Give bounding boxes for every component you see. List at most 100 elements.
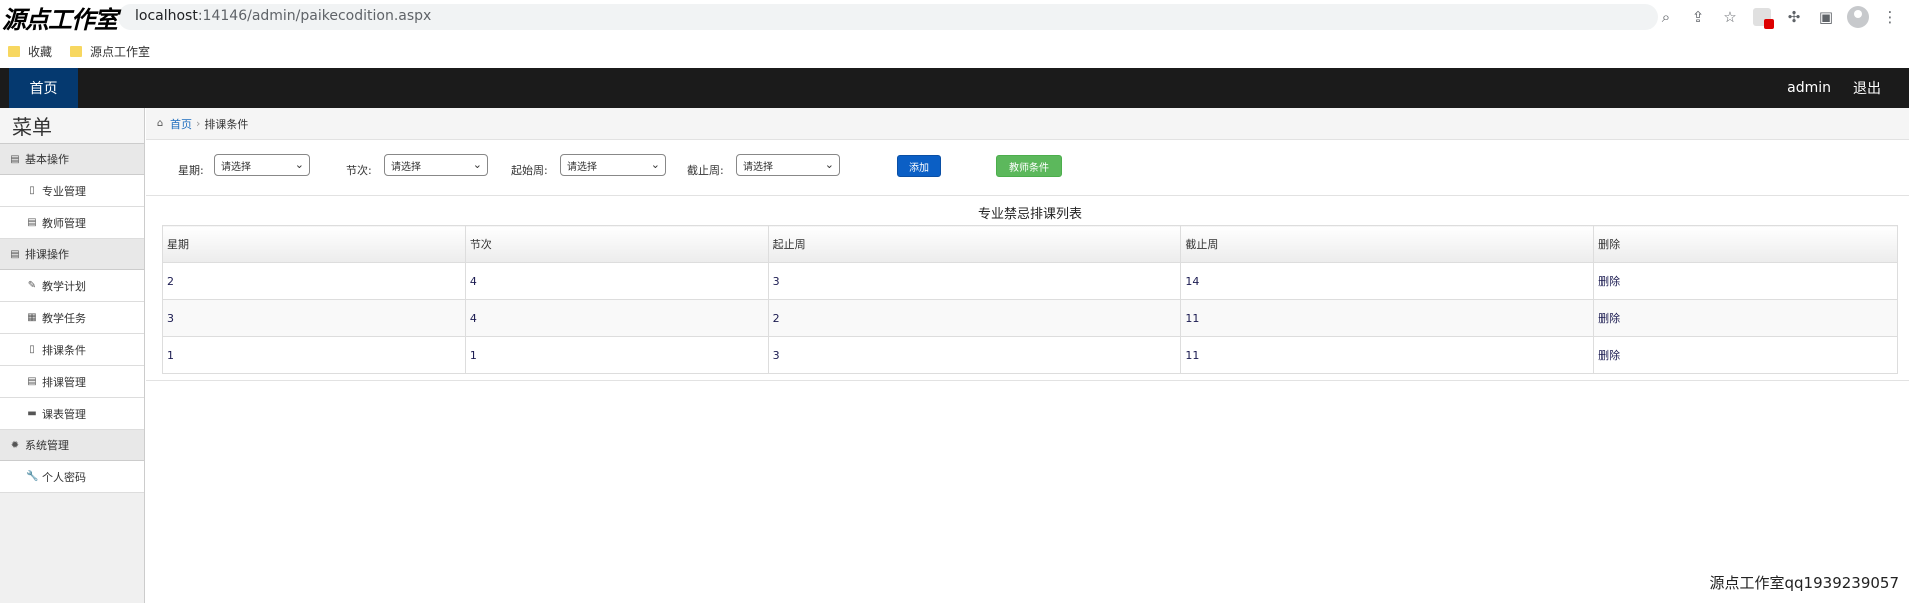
browser-address-bar: 源点工作室 localhost:14146/admin/paikecoditio… bbox=[0, 0, 1909, 34]
menu-group-system[interactable]: ✹ 系统管理 bbox=[0, 430, 144, 461]
sidebar-item-label: 排课管理 bbox=[42, 375, 86, 389]
truck-icon: ▬ bbox=[27, 408, 37, 419]
sidepanel-icon[interactable]: ▣ bbox=[1815, 6, 1837, 28]
file-icon: ▯ bbox=[29, 344, 35, 355]
group-label: 系统管理 bbox=[25, 439, 69, 452]
column-header: 节次 bbox=[464, 225, 769, 263]
leaf-icon: ✎ bbox=[27, 280, 37, 291]
browser-toolbar-icons: ⌕ ⇪ ☆ ✣ ▣ ⋮ bbox=[1655, 6, 1901, 29]
breadcrumb: ⌂ 首页 › 排课条件 bbox=[146, 108, 1909, 140]
end-week-select[interactable]: 请选择 ⌄ bbox=[736, 154, 840, 176]
sidebar-item-task[interactable]: ▦ 教学任务 bbox=[0, 302, 144, 334]
table-cell: 2 bbox=[767, 299, 1182, 337]
chevron-down-icon: ⌄ bbox=[294, 158, 304, 171]
folder-icon bbox=[70, 45, 83, 57]
delete-link[interactable]: 删除 bbox=[1593, 262, 1898, 300]
teacher-condition-button[interactable]: 教师条件 bbox=[996, 155, 1062, 177]
menu-group-scheduling[interactable]: ▤ 排课操作 bbox=[0, 239, 144, 270]
table-cell: 3 bbox=[162, 299, 466, 337]
sidebar-item-label: 教学任务 bbox=[42, 311, 86, 325]
forbidden-schedule-table: 专业禁忌排课列表 星期 节次 起止周 截止周 删除 2 4 3 14 删除 3 … bbox=[162, 205, 1898, 374]
weekday-select[interactable]: 请选择 ⌄ bbox=[214, 154, 310, 176]
url-host: localhost bbox=[135, 8, 198, 24]
profile-avatar-icon[interactable] bbox=[1847, 6, 1869, 28]
sidebar-item-label: 专业管理 bbox=[42, 184, 86, 198]
table-cell: 11 bbox=[1180, 336, 1595, 374]
session-label: 节次: bbox=[346, 164, 372, 177]
weekday-select-value: 请选择 bbox=[221, 161, 251, 173]
extension-badge-icon[interactable] bbox=[1751, 6, 1774, 29]
sidebar-item-password[interactable]: 🔧 个人密码 bbox=[0, 461, 144, 493]
sidebar-item-label: 个人密码 bbox=[42, 470, 86, 484]
bookmark-label: 收藏 bbox=[28, 44, 53, 59]
table-cell: 3 bbox=[767, 336, 1182, 374]
menu-group-basic[interactable]: ▤ 基本操作 bbox=[0, 144, 144, 175]
table-cell: 14 bbox=[1180, 262, 1595, 300]
column-header: 截止周 bbox=[1180, 225, 1595, 263]
end-week-select-value: 请选择 bbox=[743, 161, 773, 173]
footer-watermark: 源点工作室qq1939239057 bbox=[1709, 574, 1899, 592]
table-header-row: 星期 节次 起止周 截止周 删除 bbox=[162, 225, 1898, 263]
file-icon: ▯ bbox=[29, 185, 35, 196]
list-icon: ▤ bbox=[27, 217, 37, 228]
table-row: 3 4 2 11 删除 bbox=[162, 299, 1898, 337]
group-label: 排课操作 bbox=[25, 248, 69, 261]
nav-home-tab[interactable]: 首页 bbox=[9, 68, 78, 108]
share-icon[interactable]: ⇪ bbox=[1687, 6, 1709, 28]
sidebar-item-timetable[interactable]: ▬ 课表管理 bbox=[0, 398, 144, 430]
sidebar-item-condition[interactable]: ▯ 排课条件 bbox=[0, 334, 144, 366]
more-menu-icon[interactable]: ⋮ bbox=[1879, 6, 1901, 28]
weekday-label: 星期: bbox=[178, 164, 204, 177]
chevron-down-icon: ⌄ bbox=[472, 158, 482, 171]
table-cell: 1 bbox=[464, 336, 769, 374]
star-icon[interactable]: ☆ bbox=[1719, 6, 1741, 28]
column-header: 起止周 bbox=[767, 225, 1182, 263]
content-divider bbox=[146, 380, 1909, 381]
book-icon: ▤ bbox=[10, 248, 20, 260]
column-header: 删除 bbox=[1593, 225, 1898, 263]
url-path: :14146/admin/paikecodition.aspx bbox=[197, 8, 432, 24]
zoom-icon[interactable]: ⌕ bbox=[1655, 6, 1677, 28]
main-content: ⌂ 首页 › 排课条件 星期: 请选择 ⌄ 节次: 请选择 ⌄ 起始周: 请选择… bbox=[146, 108, 1909, 603]
top-navbar: 首页 admin 退出 bbox=[0, 68, 1909, 108]
gear-icon: ✹ bbox=[10, 439, 20, 451]
wrench-icon: 🔧 bbox=[26, 471, 39, 482]
session-select[interactable]: 请选择 ⌄ bbox=[384, 154, 488, 176]
sidebar-item-label: 教师管理 bbox=[42, 216, 86, 230]
sidebar-item-schedule[interactable]: ▤ 排课管理 bbox=[0, 366, 144, 398]
chevron-down-icon: ⌄ bbox=[824, 158, 834, 171]
table-cell: 3 bbox=[767, 262, 1182, 300]
add-button[interactable]: 添加 bbox=[897, 155, 941, 177]
logout-link[interactable]: 退出 bbox=[1853, 78, 1881, 98]
column-header: 星期 bbox=[162, 225, 466, 263]
book-icon: ▤ bbox=[10, 153, 20, 165]
start-week-select-value: 请选择 bbox=[567, 161, 597, 173]
chevron-down-icon: ⌄ bbox=[650, 158, 660, 171]
breadcrumb-separator: › bbox=[196, 117, 201, 130]
filter-bar: 星期: 请选择 ⌄ 节次: 请选择 ⌄ 起始周: 请选择 ⌄ 截止周: 请选择 … bbox=[146, 140, 1909, 196]
puzzle-icon[interactable]: ✣ bbox=[1783, 6, 1805, 28]
session-select-value: 请选择 bbox=[391, 161, 421, 173]
breadcrumb-current: 排课条件 bbox=[204, 117, 249, 131]
breadcrumb-home[interactable]: 首页 bbox=[170, 116, 192, 132]
delete-link[interactable]: 删除 bbox=[1593, 299, 1898, 337]
sidebar-item-plan[interactable]: ✎ 教学计划 bbox=[0, 270, 144, 302]
sidebar-menu: 菜单 ▤ 基本操作 ▯ 专业管理 ▤ 教师管理 ▤ 排课操作 ✎ 教学计划 ▦ … bbox=[0, 108, 145, 603]
sidebar-item-teacher[interactable]: ▤ 教师管理 bbox=[0, 207, 144, 239]
table-cell: 1 bbox=[162, 336, 466, 374]
start-week-label: 起始周: bbox=[511, 164, 548, 177]
end-week-label: 截止周: bbox=[687, 164, 724, 177]
folder-icon bbox=[8, 45, 20, 57]
bookmark-studio[interactable]: 源点工作室 bbox=[70, 43, 150, 60]
table-row: 1 1 3 11 删除 bbox=[162, 336, 1898, 374]
sidebar-item-label: 课表管理 bbox=[42, 407, 86, 421]
user-name[interactable]: admin bbox=[1787, 80, 1831, 96]
start-week-select[interactable]: 请选择 ⌄ bbox=[560, 154, 666, 176]
sidebar-item-major[interactable]: ▯ 专业管理 bbox=[0, 175, 144, 207]
url-text[interactable]: localhost:14146/admin/paikecodition.aspx bbox=[135, 8, 431, 24]
table-cell: 11 bbox=[1180, 299, 1595, 337]
delete-link[interactable]: 删除 bbox=[1593, 336, 1898, 374]
image-icon: ▦ bbox=[27, 312, 37, 323]
bookmark-favorites[interactable]: 收藏 bbox=[8, 43, 52, 60]
list-icon: ▤ bbox=[27, 376, 37, 387]
